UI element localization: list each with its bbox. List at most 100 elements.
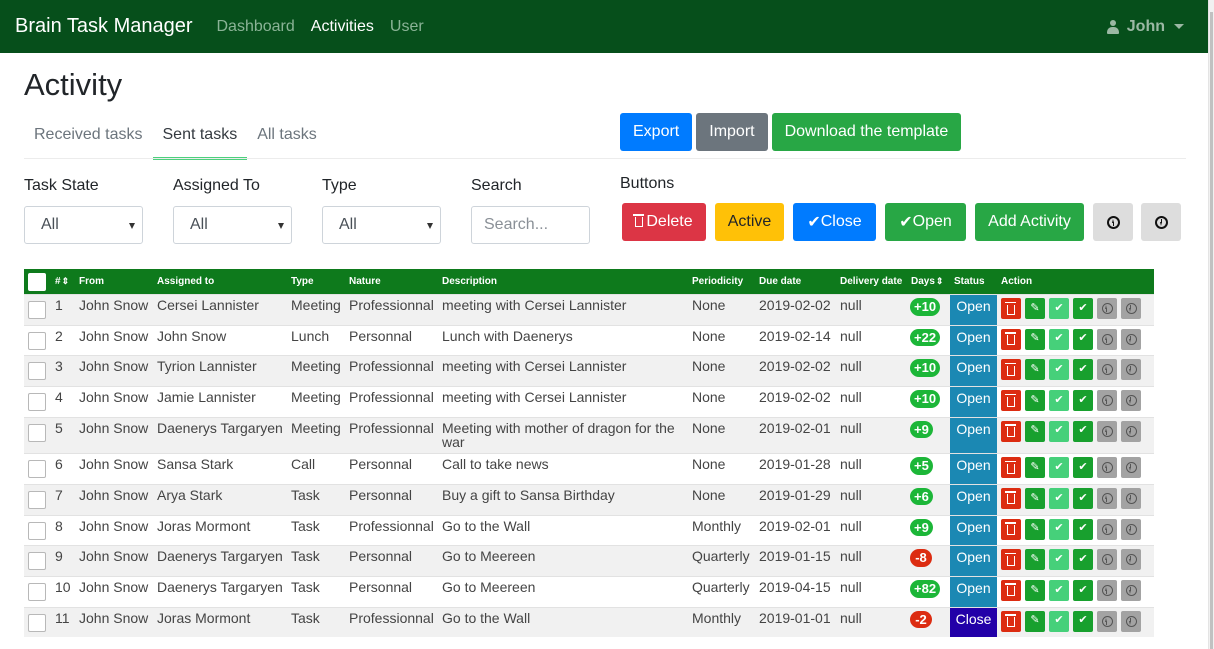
row-move-up-button[interactable] (1097, 549, 1117, 571)
select-all-checkbox[interactable] (28, 273, 46, 291)
row-checkbox[interactable] (28, 331, 46, 350)
tab-received-tasks[interactable]: Received tasks (24, 118, 153, 160)
row-edit-button[interactable]: ✎ (1025, 549, 1045, 571)
nav-link-activities[interactable]: Activities (311, 18, 374, 36)
row-move-up-button[interactable] (1097, 518, 1117, 540)
row-activate-button[interactable]: ✔ (1049, 457, 1069, 479)
row-move-down-button[interactable] (1121, 518, 1141, 540)
row-delete-button[interactable] (1001, 328, 1021, 350)
header-days[interactable]: Days⇕ (907, 269, 950, 295)
tab-sent-tasks[interactable]: Sent tasks (152, 118, 248, 160)
row-complete-button[interactable]: ✔ (1073, 420, 1093, 442)
row-move-up-button[interactable] (1097, 579, 1117, 601)
row-checkbox[interactable] (28, 423, 46, 442)
row-delete-button[interactable] (1001, 579, 1021, 601)
row-complete-button[interactable]: ✔ (1073, 457, 1093, 479)
row-move-down-button[interactable] (1121, 579, 1141, 601)
row-edit-button[interactable]: ✎ (1025, 457, 1045, 479)
row-move-up-button[interactable] (1097, 610, 1117, 632)
type-select[interactable]: All (322, 206, 441, 244)
row-edit-button[interactable]: ✎ (1025, 610, 1045, 632)
row-checkbox[interactable] (28, 301, 46, 319)
move-down-button[interactable] (1141, 203, 1181, 241)
export-button[interactable]: Export (620, 113, 693, 151)
row-complete-button[interactable]: ✔ (1073, 549, 1093, 571)
row-complete-button[interactable]: ✔ (1073, 610, 1093, 632)
row-activate-button[interactable]: ✔ (1049, 390, 1069, 412)
row-delete-button[interactable] (1001, 518, 1021, 540)
row-activate-button[interactable]: ✔ (1049, 359, 1069, 381)
row-activate-button[interactable]: ✔ (1049, 610, 1069, 632)
row-complete-button[interactable]: ✔ (1073, 579, 1093, 601)
row-move-down-button[interactable] (1121, 420, 1141, 442)
row-complete-button[interactable]: ✔ (1073, 390, 1093, 412)
row-move-down-button[interactable] (1121, 457, 1141, 479)
row-activate-button[interactable]: ✔ (1049, 487, 1069, 509)
row-checkbox[interactable] (28, 460, 46, 479)
download-template-button[interactable]: Download the template (771, 113, 962, 151)
assigned-to-select[interactable]: All (173, 206, 292, 244)
search-input[interactable] (471, 206, 590, 244)
row-checkbox[interactable] (28, 582, 46, 601)
nav-link-dashboard[interactable]: Dashboard (217, 18, 295, 36)
row-move-up-button[interactable] (1097, 457, 1117, 479)
row-move-up-button[interactable] (1097, 328, 1117, 350)
add-activity-button[interactable]: Add Activity (975, 203, 1084, 241)
task-state-select[interactable]: All (24, 206, 143, 244)
row-move-up-button[interactable] (1097, 487, 1117, 509)
row-complete-button[interactable]: ✔ (1073, 359, 1093, 381)
vertical-scrollbar[interactable] (1208, 0, 1214, 649)
row-checkbox[interactable] (28, 613, 46, 632)
row-delete-button[interactable] (1001, 487, 1021, 509)
active-button[interactable]: Active (715, 203, 784, 241)
row-activate-button[interactable]: ✔ (1049, 298, 1069, 319)
row-activate-button[interactable]: ✔ (1049, 518, 1069, 540)
row-delete-button[interactable] (1001, 298, 1021, 319)
row-move-down-button[interactable] (1121, 390, 1141, 412)
row-edit-button[interactable]: ✎ (1025, 390, 1045, 412)
row-move-up-button[interactable] (1097, 298, 1117, 319)
tab-all-tasks[interactable]: All tasks (247, 118, 327, 160)
import-button[interactable]: Import (696, 113, 768, 151)
row-checkbox[interactable] (28, 362, 46, 381)
row-delete-button[interactable] (1001, 457, 1021, 479)
move-up-button[interactable] (1093, 203, 1133, 241)
row-edit-button[interactable]: ✎ (1025, 487, 1045, 509)
open-button[interactable]: ✔ Open (885, 203, 966, 241)
row-delete-button[interactable] (1001, 420, 1021, 442)
brand-logo[interactable]: Brain Task Manager (15, 15, 193, 38)
row-move-up-button[interactable] (1097, 390, 1117, 412)
row-delete-button[interactable] (1001, 390, 1021, 412)
nav-link-user[interactable]: User (390, 18, 424, 36)
row-complete-button[interactable]: ✔ (1073, 298, 1093, 319)
row-edit-button[interactable]: ✎ (1025, 328, 1045, 350)
row-checkbox[interactable] (28, 552, 46, 571)
close-button[interactable]: ✔ Close (793, 203, 876, 241)
row-activate-button[interactable]: ✔ (1049, 328, 1069, 350)
row-edit-button[interactable]: ✎ (1025, 518, 1045, 540)
row-edit-button[interactable]: ✎ (1025, 420, 1045, 442)
row-move-down-button[interactable] (1121, 359, 1141, 381)
delete-button[interactable]: Delete (622, 203, 706, 241)
row-move-up-button[interactable] (1097, 359, 1117, 381)
row-checkbox[interactable] (28, 393, 46, 412)
row-move-up-button[interactable] (1097, 420, 1117, 442)
row-delete-button[interactable] (1001, 549, 1021, 571)
row-checkbox[interactable] (28, 521, 46, 540)
row-move-down-button[interactable] (1121, 549, 1141, 571)
user-menu[interactable]: John (1106, 0, 1184, 53)
row-complete-button[interactable]: ✔ (1073, 487, 1093, 509)
row-edit-button[interactable]: ✎ (1025, 579, 1045, 601)
row-move-down-button[interactable] (1121, 298, 1141, 319)
row-checkbox[interactable] (28, 490, 46, 509)
row-activate-button[interactable]: ✔ (1049, 549, 1069, 571)
row-delete-button[interactable] (1001, 610, 1021, 632)
scrollbar-thumb[interactable] (1210, 12, 1213, 649)
row-move-down-button[interactable] (1121, 328, 1141, 350)
row-complete-button[interactable]: ✔ (1073, 328, 1093, 350)
row-complete-button[interactable]: ✔ (1073, 518, 1093, 540)
row-edit-button[interactable]: ✎ (1025, 298, 1045, 319)
row-move-down-button[interactable] (1121, 610, 1141, 632)
row-activate-button[interactable]: ✔ (1049, 420, 1069, 442)
row-move-down-button[interactable] (1121, 487, 1141, 509)
